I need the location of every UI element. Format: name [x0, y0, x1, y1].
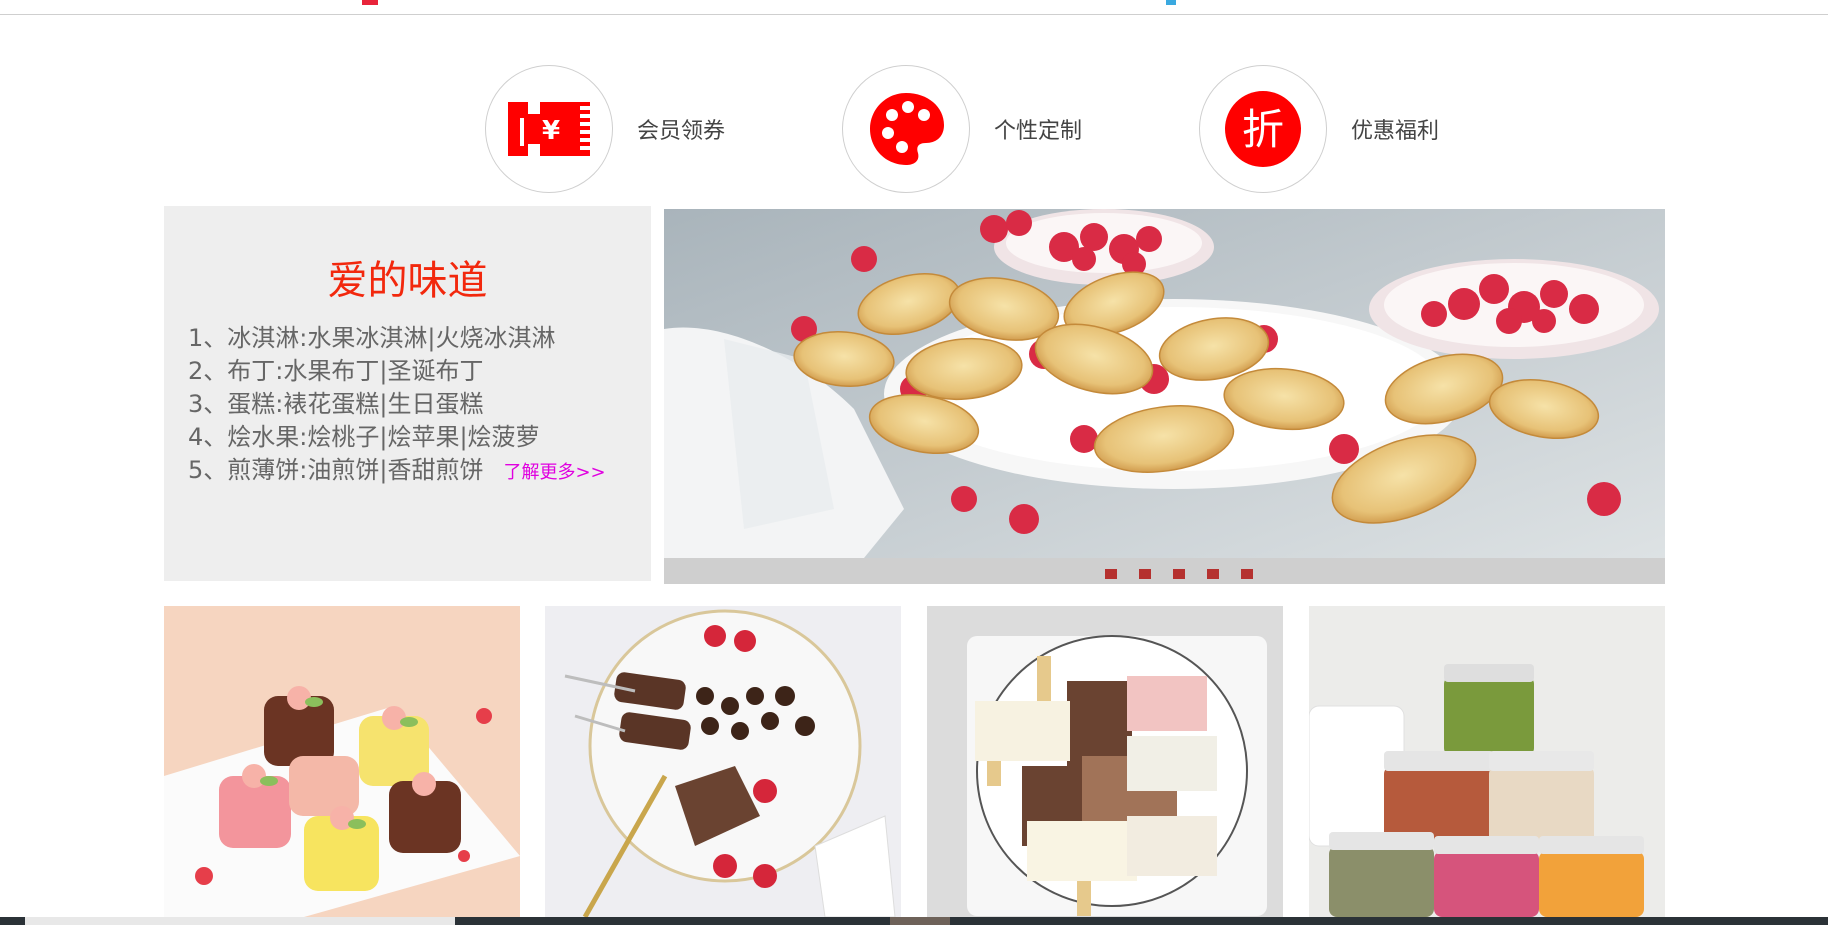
info-item-text: 1、冰淇淋:水果冰淇淋|火烧冰淇淋: [188, 324, 556, 352]
discount-icon-symbol: 折: [1242, 105, 1284, 154]
info-title: 爱的味道: [327, 258, 488, 304]
carousel-dot[interactable]: [1173, 569, 1185, 579]
info-item-text: 3、蛋糕:裱花蛋糕|生日蛋糕: [188, 390, 484, 418]
learn-more-link[interactable]: 了解更多>>: [503, 462, 605, 483]
feature-customization[interactable]: 个性定制: [842, 64, 1082, 194]
info-list-item: 2、布丁:水果布丁|圣诞布丁: [188, 355, 606, 388]
product-tile-vivi-jars[interactable]: [1309, 606, 1665, 917]
bottom-bar-segment: [890, 917, 950, 925]
bottom-bar-segment: [25, 917, 455, 925]
bottom-scrollbar: [0, 917, 1828, 925]
info-item-text: 4、烩水果:烩桃子|烩苹果|烩菠萝: [188, 423, 540, 451]
feature-icon-circle[interactable]: ¥: [485, 65, 613, 193]
info-item-text: 5、煎薄饼:油煎饼|香甜煎饼: [188, 456, 484, 484]
carousel-dot[interactable]: [1241, 569, 1253, 579]
feature-icon-circle[interactable]: [842, 65, 970, 193]
carousel-indicators: [1105, 569, 1253, 579]
carousel-dot[interactable]: [1139, 569, 1151, 579]
mooncake-ice-cream-photo: [164, 606, 520, 917]
info-panel: 爱的味道 1、冰淇淋:水果冰淇淋|火烧冰淇淋 2、布丁:水果布丁|圣诞布丁 3、…: [164, 206, 651, 581]
feature-icon-circle[interactable]: 折: [1199, 65, 1327, 193]
popsicles-plate-photo: [927, 606, 1283, 917]
vivi-jars-photo: [1309, 606, 1665, 917]
header-partial-icon: [1166, 0, 1176, 5]
feature-label: 会员领券: [637, 119, 726, 144]
info-list-item: 5、煎薄饼:油煎饼|香甜煎饼 了解更多>>: [188, 454, 606, 489]
info-list: 1、冰淇淋:水果冰淇淋|火烧冰淇淋 2、布丁:水果布丁|圣诞布丁 3、蛋糕:裱花…: [188, 322, 606, 489]
info-list-item: 1、冰淇淋:水果冰淇淋|火烧冰淇淋: [188, 322, 606, 355]
info-list-item: 3、蛋糕:裱花蛋糕|生日蛋糕: [188, 388, 606, 421]
banner-image: [664, 209, 1665, 558]
product-tile-chocolate[interactable]: [545, 606, 901, 917]
carousel-dot[interactable]: [1207, 569, 1219, 579]
palette-icon: [870, 93, 944, 165]
feature-label: 个性定制: [994, 119, 1083, 144]
ticket-icon: ¥: [508, 102, 590, 156]
product-tile-mooncake[interactable]: [164, 606, 520, 917]
ticket-icon-symbol: ¥: [542, 116, 560, 146]
info-item-text: 2、布丁:水果布丁|圣诞布丁: [188, 357, 484, 385]
feature-member-coupon[interactable]: ¥ 会员领券: [485, 64, 725, 194]
product-tile-popsicles[interactable]: [927, 606, 1283, 917]
header-partial-icon: [362, 0, 378, 5]
carousel-dot[interactable]: [1105, 569, 1117, 579]
feature-label: 优惠福利: [1351, 119, 1440, 144]
header-divider: [0, 14, 1828, 15]
chocolate-plate-photo: [545, 606, 901, 917]
discount-icon: 折: [1225, 91, 1301, 167]
info-list-item: 4、烩水果:烩桃子|烩苹果|烩菠萝: [188, 421, 606, 454]
feature-discount[interactable]: 折 优惠福利: [1199, 64, 1439, 194]
banner-carousel[interactable]: [664, 209, 1665, 584]
